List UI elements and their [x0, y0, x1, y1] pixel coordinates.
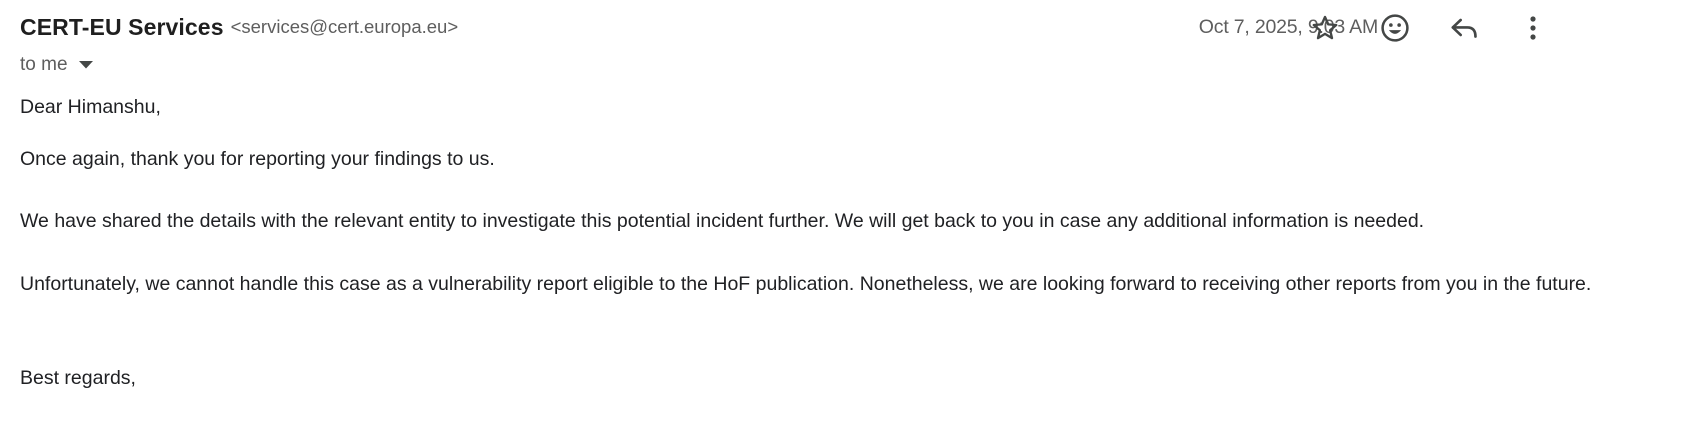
emoji-reaction-icon	[1379, 12, 1411, 44]
reply-button[interactable]	[1444, 8, 1484, 48]
recipient-label: to me	[20, 54, 68, 75]
recipient-line: to me	[20, 52, 93, 78]
email-greeting: Dear Himanshu,	[20, 96, 161, 118]
star-button[interactable]	[1305, 8, 1345, 48]
recipient-details-dropdown-icon[interactable]	[78, 61, 93, 69]
email-paragraph-2: We have shared the details with the rele…	[20, 210, 1425, 232]
email-closing: Best regards,	[20, 367, 136, 389]
star-icon	[1310, 13, 1340, 43]
sender-email: <services@cert.europa.eu>	[230, 16, 459, 37]
more-options-icon	[1528, 14, 1538, 42]
email-timestamp: Oct 7, 2025, 9:03 AM	[1198, 16, 1378, 38]
email-paragraph-3: Unfortunately, we cannot handle this cas…	[20, 273, 1592, 295]
more-options-button[interactable]	[1513, 8, 1553, 48]
email-header: CERT-EU Services <services@cert.europa.e…	[20, 10, 458, 44]
reply-icon	[1448, 12, 1480, 44]
sender-name[interactable]: CERT-EU Services	[20, 14, 224, 41]
add-reaction-button[interactable]	[1375, 8, 1415, 48]
email-paragraph-1: Once again, thank you for reporting your…	[20, 148, 495, 170]
